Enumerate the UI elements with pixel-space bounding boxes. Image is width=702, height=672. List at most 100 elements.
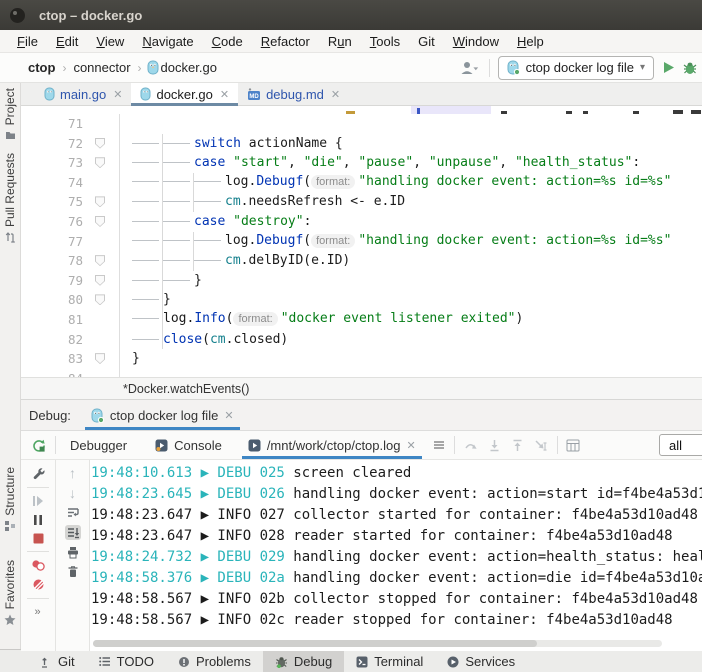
up-arrow-icon[interactable]: ↑ [69,466,76,480]
statusbar-problems[interactable]: Problems [166,650,263,672]
statusbar-terminal[interactable]: Terminal [344,650,435,672]
log-output[interactable]: 19:48:10.613 ▶ DEBU 025 screen cleared19… [91,463,702,637]
tab-whitespace-mark [163,240,190,241]
debug-actions-toolbar: » [21,460,56,651]
console-icon [248,439,261,452]
code-line: 82close(cm.closed) [21,330,702,350]
user-avatar-icon[interactable] [459,61,481,75]
fold-marker-icon[interactable] [95,353,105,364]
evaluate-table-icon[interactable] [566,439,580,452]
fold-marker-icon[interactable] [95,294,105,305]
menu-run[interactable]: Run [319,34,361,49]
breadcrumb-package[interactable]: connector [71,60,132,75]
scrollbar-thumb[interactable] [93,640,537,647]
close-icon[interactable]: ✕ [331,88,340,101]
line-number[interactable]: 79 [21,271,83,291]
prev-occurrence-icon[interactable] [463,439,478,452]
menu-edit[interactable]: Edit [47,34,87,49]
line-number[interactable]: 76 [21,212,83,232]
code-line: 79} [21,271,702,291]
menu-file[interactable]: File [8,34,47,49]
stripe-button-favorites[interactable]: Favorites [0,560,20,626]
print-icon[interactable] [66,546,80,559]
stripe-button-project[interactable]: Project [0,88,20,140]
debug-button[interactable] [683,61,698,75]
menu-refactor[interactable]: Refactor [252,34,319,49]
statusbar-debug[interactable]: Debug [263,650,344,672]
view-breakpoints-button[interactable] [31,559,45,571]
fold-marker-icon[interactable] [95,255,105,266]
menu-code[interactable]: Code [203,34,252,49]
move-up-icon[interactable] [511,439,524,452]
window-menu-icon[interactable] [10,8,25,23]
soft-wrap-icon[interactable] [66,506,80,519]
close-icon[interactable]: ✕ [406,439,415,452]
stripe-button-pull-requests[interactable]: Pull Requests [0,153,20,243]
menu-navigate[interactable]: Navigate [133,34,202,49]
resume-button[interactable] [32,495,44,507]
statusbar-git[interactable]: Git [28,650,87,672]
line-number[interactable]: 83 [21,349,83,369]
line-number[interactable]: 84 [21,369,83,377]
move-down-icon[interactable] [488,439,501,452]
line-number[interactable]: 73 [21,153,83,173]
fold-marker-icon[interactable] [95,196,105,207]
run-button[interactable] [662,61,675,74]
line-number[interactable]: 71 [21,114,83,134]
scroll-to-end-icon[interactable] [65,525,81,540]
tab-debugger[interactable]: Debugger [62,431,135,459]
menu-git[interactable]: Git [409,34,444,49]
pause-button[interactable] [33,514,43,526]
horizontal-scrollbar[interactable] [93,640,662,647]
tab-main-go[interactable]: main.go ✕ [35,83,131,105]
stripe-button-structure[interactable]: Structure [0,467,20,531]
run-to-cursor-icon[interactable] [534,439,549,452]
options-menu-icon[interactable] [432,439,446,451]
close-icon[interactable]: ✕ [224,409,233,422]
line-number[interactable]: 77 [21,232,83,252]
fold-marker-icon[interactable] [95,275,105,286]
log-level-filter-select[interactable]: all [659,434,702,456]
line-number[interactable]: 81 [21,310,83,330]
debug-window-header: Debug: ctop docker log file ✕ [21,400,702,431]
menu-window[interactable]: Window [444,34,508,49]
menu-help[interactable]: Help [508,34,553,49]
menu-tools[interactable]: Tools [361,34,409,49]
gutter-fold-column [83,251,120,271]
close-icon[interactable]: ✕ [220,88,229,101]
fold-marker-icon[interactable] [95,216,105,227]
fold-marker-icon[interactable] [95,157,105,168]
statusbar-services[interactable]: Services [435,650,527,672]
breadcrumb-project[interactable]: ctop [26,60,57,75]
line-number[interactable]: 80 [21,290,83,310]
down-arrow-icon[interactable]: ↓ [69,486,76,500]
breadcrumb-file[interactable]: docker.go [159,60,219,75]
todo-list-icon [99,656,111,667]
debug-session-tab[interactable]: ctop docker log file ✕ [85,400,240,430]
go-file-icon [140,87,151,101]
line-number[interactable]: 82 [21,330,83,350]
fold-marker-icon[interactable] [95,138,105,149]
code-editor[interactable]: 7172switch actionName {73case "start", "… [21,106,702,377]
toolbar-separator [454,436,455,454]
statusbar-todo[interactable]: TODO [87,650,166,672]
more-actions-button[interactable]: » [34,606,41,618]
title-bar: ctop – docker.go [0,0,702,30]
line-number[interactable]: 78 [21,251,83,271]
run-configuration-select[interactable]: ctop docker log file ▾ [498,56,654,80]
line-number[interactable]: 75 [21,192,83,212]
menu-view[interactable]: View [87,34,133,49]
clear-all-trash-icon[interactable] [67,565,79,578]
line-number[interactable]: 74 [21,173,83,193]
mute-breakpoints-button[interactable] [32,578,45,591]
tab-debug-md[interactable]: MD debug.md ✕ [238,83,349,105]
tab-docker-go[interactable]: docker.go ✕ [131,83,238,105]
tab-console[interactable]: Console [147,431,230,459]
tab-log-file[interactable]: /mnt/work/ctop/ctop.log ✕ [240,431,424,459]
line-number[interactable]: 72 [21,134,83,154]
ide-window: ctop – docker.go FileEditViewNavigateCod… [0,0,702,672]
settings-wrench-icon[interactable] [31,466,45,480]
stop-button[interactable] [33,533,44,544]
rerun-button[interactable] [31,438,46,453]
close-icon[interactable]: ✕ [113,88,122,101]
